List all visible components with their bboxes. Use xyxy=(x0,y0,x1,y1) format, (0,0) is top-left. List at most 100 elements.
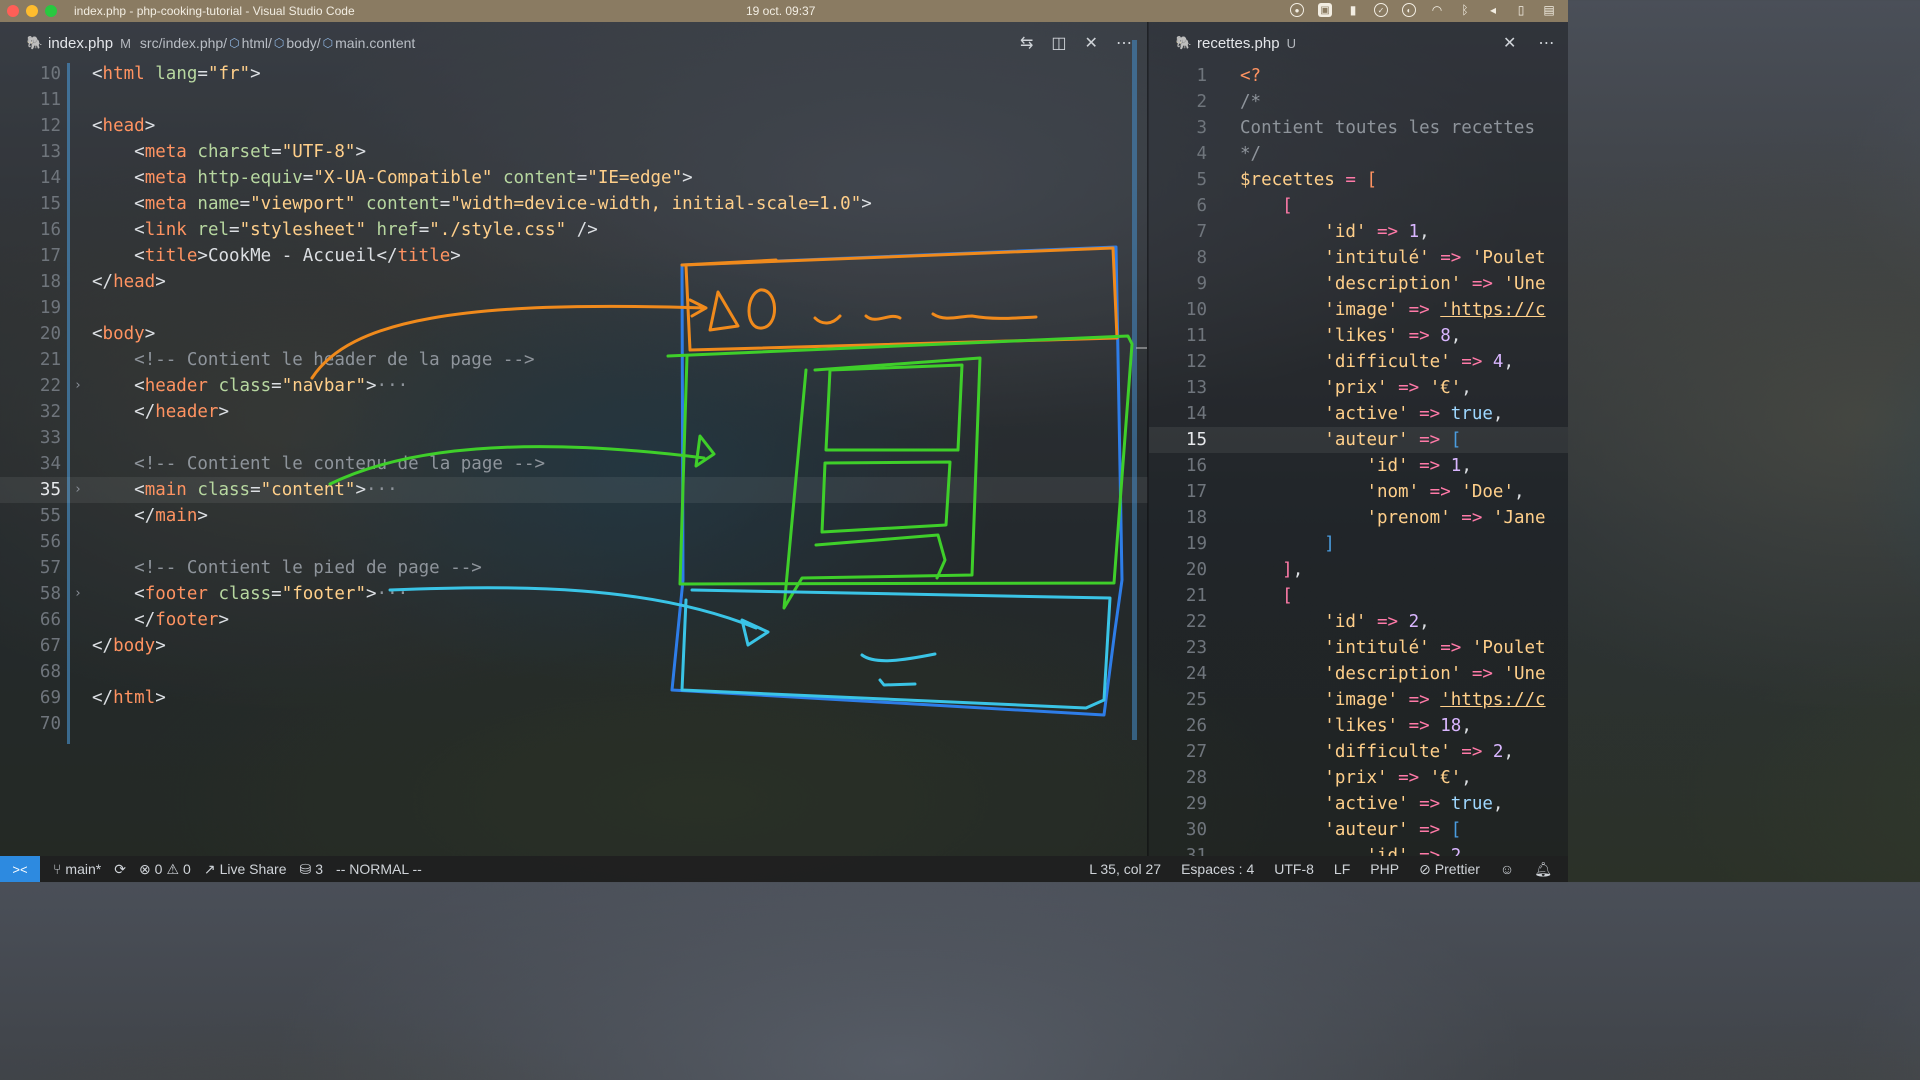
vim-mode: -- NORMAL -- xyxy=(336,861,422,877)
editor-actions: ⇆ ◫ ✕ ⋯ xyxy=(1020,33,1132,53)
status-tray: ● ▣ ▮ ✓ ◐ ◠ ᛒ ◂ ▯ ▤ xyxy=(1290,3,1556,17)
code-line: 14 'active' => true, xyxy=(1185,404,1504,424)
status-bar: >< ⑂ main* ⟳ ⊗ 0 ⚠ 0 ↗ Live Share ⛁ 3 --… xyxy=(0,856,1568,882)
problems-indicator[interactable]: ⊗ 0 ⚠ 0 xyxy=(139,861,191,878)
code-line: 66 </footer> xyxy=(39,610,229,630)
code-line: 57 <!-- Contient le pied de page --> xyxy=(39,558,482,578)
volume-icon[interactable]: ◂ xyxy=(1486,3,1500,17)
breadcrumb-html[interactable]: html/ xyxy=(242,35,272,51)
code-line: 3 Contient toutes les recettes xyxy=(1196,118,1536,138)
code-line: 24 'description' => 'Une xyxy=(1185,664,1546,684)
code-line: 5 $recettes = [ xyxy=(1196,170,1378,190)
tab-index-php[interactable]: 🐘 index.php M xyxy=(26,35,131,52)
tile-icon[interactable]: ▮ xyxy=(1346,3,1360,17)
code-line: 30 'auteur' => [ xyxy=(1185,820,1462,840)
code-editor-right[interactable]: 1 <? 2/* 3 Contient toutes les recettes 4 *… xyxy=(1149,63,1568,856)
indentation[interactable]: Espaces : 4 xyxy=(1181,861,1254,877)
close-icon[interactable]: ✕ xyxy=(1503,33,1516,53)
code-line: 8 'intitulé' => 'Poulet xyxy=(1196,248,1546,268)
language-mode[interactable]: PHP xyxy=(1370,861,1399,877)
tab-filename: index.php xyxy=(48,34,114,52)
code-line: 15 <meta name="viewport" content="width=… xyxy=(39,194,872,214)
notifications-bell-icon[interactable]: 🔔︎ xyxy=(1534,861,1552,878)
code-line: 58 › <footer class="footer">··· xyxy=(0,581,1148,607)
encoding[interactable]: UTF-8 xyxy=(1274,861,1314,877)
control-center-icon[interactable]: ▤ xyxy=(1542,3,1556,17)
code-line: 33 xyxy=(39,428,61,448)
feedback-icon[interactable]: ☺ xyxy=(1500,861,1514,877)
code-line: 12 <head> xyxy=(39,116,156,136)
tab-git-status: U xyxy=(1286,35,1296,51)
code-line: 12 'difficulte' => 4, xyxy=(1185,352,1514,372)
code-line: 13 'prix' => '€', xyxy=(1185,378,1472,398)
branch-icon: ⑂ xyxy=(53,861,62,877)
microphone-icon[interactable]: ▯ xyxy=(1514,3,1528,17)
code-line: 22 › <header class="navbar">··· xyxy=(0,373,1148,399)
breadcrumb-body[interactable]: body/ xyxy=(286,35,320,51)
code-line: 14 <meta http-equiv="X-UA-Compatible" co… xyxy=(39,168,693,188)
check-icon[interactable]: ✓ xyxy=(1374,3,1388,17)
code-line: 19 xyxy=(39,298,61,318)
code-line: 11 xyxy=(39,90,61,110)
code-line: 20 ], xyxy=(1185,560,1304,580)
close-icon[interactable]: ✕ xyxy=(1085,33,1098,53)
breadcrumb-file[interactable]: src/index.php/ xyxy=(140,35,227,51)
prettier-formatter[interactable]: ⊘ Prettier xyxy=(1419,861,1480,878)
code-line: 17 'nom' => 'Doe', xyxy=(1185,482,1525,502)
database-indicator[interactable]: ⛁ 3 xyxy=(300,861,324,878)
app-tray-icon[interactable]: ▣ xyxy=(1318,3,1332,17)
live-share-button[interactable]: ↗ Live Share xyxy=(204,861,287,878)
menu-bar: index.php - php-cooking-tutorial - Visua… xyxy=(0,0,1568,22)
code-line: 13 <meta charset="UTF-8"> xyxy=(39,142,367,162)
window-title: index.php - php-cooking-tutorial - Visua… xyxy=(74,4,355,18)
screen-record-icon[interactable]: ● xyxy=(1290,3,1304,17)
code-line-current: 35 › <main class="content">··· xyxy=(0,477,1148,503)
more-actions-icon[interactable]: ⋯ xyxy=(1538,33,1554,53)
breadcrumb-main[interactable]: main.content xyxy=(335,35,415,51)
git-branch[interactable]: ⑂ main* xyxy=(53,861,101,877)
fold-chevron-icon[interactable]: › xyxy=(74,581,82,607)
code-line: 70 xyxy=(39,714,61,734)
close-window-button[interactable] xyxy=(7,5,19,17)
compass-icon[interactable]: ◐ xyxy=(1402,3,1416,17)
code-line: 28 'prix' => '€', xyxy=(1185,768,1472,788)
code-editor-left[interactable]: 10 <html lang="fr"> 11 12 <head> 13 <meta … xyxy=(0,63,1148,856)
fold-chevron-icon[interactable]: › xyxy=(74,373,82,399)
code-line: 31 'id' => 2, xyxy=(1185,846,1472,856)
editor-group-left: 🐘 index.php M src/index.php/ ⬡ html/ ⬡ b… xyxy=(0,22,1148,856)
wifi-icon[interactable]: ◠ xyxy=(1430,3,1444,17)
tab-git-status: M xyxy=(120,35,131,51)
editor-group-right: 🐘 recettes.php U ✕ ⋯ 1 <? 2/* 3 Contient t… xyxy=(1149,22,1568,856)
code-line: 16 'id' => 1, xyxy=(1185,456,1472,476)
php-file-icon: 🐘 xyxy=(26,35,44,50)
compare-changes-icon[interactable]: ⇆ xyxy=(1020,33,1033,53)
code-line: 34 <!-- Contient le contenu de la page -… xyxy=(39,454,546,474)
prettier-icon: ⊘ xyxy=(1419,860,1431,877)
cursor-position[interactable]: L 35, col 27 xyxy=(1089,861,1161,877)
tab-recettes-php[interactable]: 🐘 recettes.php U xyxy=(1175,35,1296,52)
element-icon: ⬡ xyxy=(322,36,334,50)
code-line: 18 </head> xyxy=(39,272,166,292)
code-line: 16 <link rel="stylesheet" href="./style.… xyxy=(39,220,598,240)
remote-indicator-button[interactable]: >< xyxy=(0,856,40,882)
code-line: 9 'description' => 'Une xyxy=(1196,274,1546,294)
code-line: 18 'prenom' => 'Jane xyxy=(1185,508,1546,528)
element-icon: ⬡ xyxy=(273,36,285,50)
status-bar-right: L 35, col 27 Espaces : 4 UTF-8 LF PHP ⊘ … xyxy=(1089,856,1552,882)
bluetooth-icon[interactable]: ᛒ xyxy=(1458,3,1472,17)
code-line: 55 </main> xyxy=(39,506,208,526)
code-line: 7 'id' => 1, xyxy=(1196,222,1430,242)
fold-chevron-icon[interactable]: › xyxy=(74,477,82,503)
breadcrumb: src/index.php/ ⬡ html/ ⬡ body/ ⬡ main.co… xyxy=(140,35,415,51)
zoom-window-button[interactable] xyxy=(45,5,57,17)
editor-actions: ✕ ⋯ xyxy=(1503,33,1554,53)
editor-scrollbar[interactable] xyxy=(1132,40,1137,740)
split-editor-icon[interactable]: ◫ xyxy=(1051,33,1066,53)
database-icon: ⛁ xyxy=(299,860,312,877)
more-actions-icon[interactable]: ⋯ xyxy=(1116,33,1132,53)
minimize-window-button[interactable] xyxy=(26,5,38,17)
end-of-line[interactable]: LF xyxy=(1334,861,1350,877)
menubar-datetime[interactable]: 19 oct. 09:37 xyxy=(746,4,815,18)
code-line: 2/* xyxy=(1196,92,1262,112)
sync-button[interactable]: ⟳ xyxy=(114,861,126,878)
